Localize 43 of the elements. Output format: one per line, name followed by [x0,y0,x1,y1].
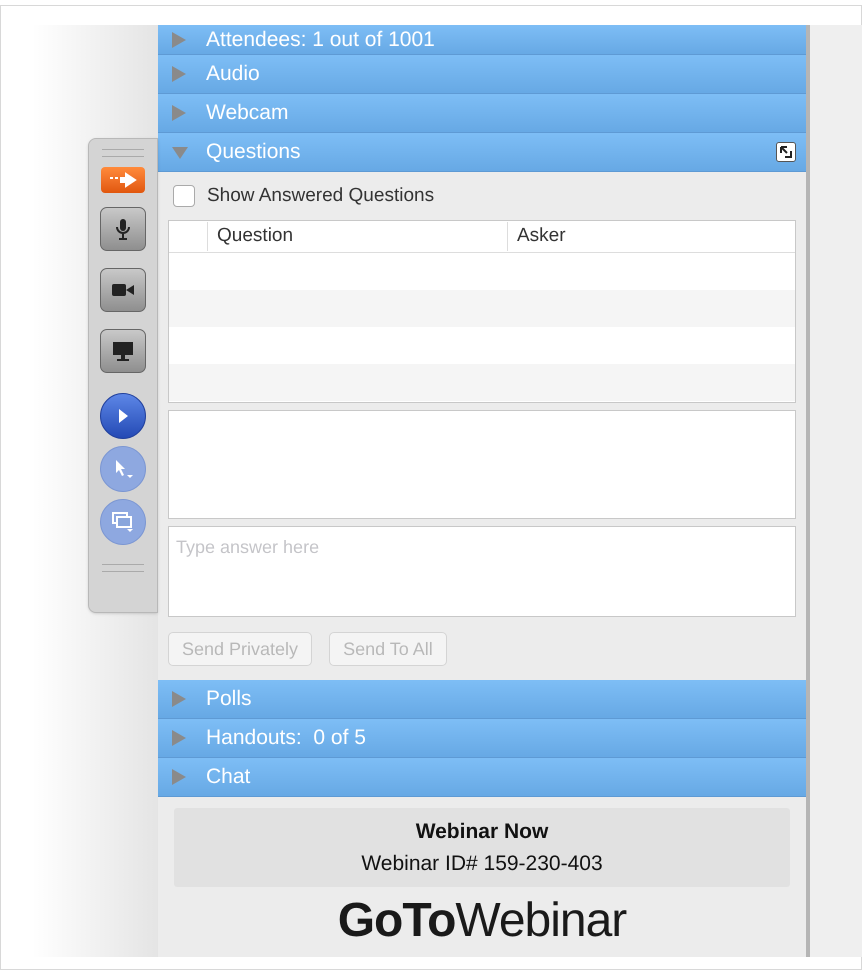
section-header[interactable]: Questions [158,133,806,172]
collapsed-triangle-icon [172,32,188,48]
collapsed-triangle-icon [172,730,188,746]
toolbar-button[interactable] [100,268,146,312]
grip-icon[interactable] [102,564,144,572]
pop-out-icon[interactable] [776,142,796,162]
section-title: Handouts: 0 of 5 [206,725,367,752]
checkbox-label: Show Answered Questions [207,184,434,208]
toolbar-button[interactable] [100,329,146,373]
section-title: Webcam [206,100,290,126]
section-title: Polls [206,686,253,712]
camera-icon [111,283,135,297]
section-header[interactable]: Audio [158,55,806,94]
section-title: Attendees: 1 out of 1001 [206,26,436,53]
monitor-icon [112,341,134,361]
section-header[interactable]: Chat [158,758,806,797]
collapsed-triangle-icon [172,66,188,82]
section-header[interactable]: Handouts: 0 of 5 [158,719,806,758]
logo-text: Webinar [455,897,626,945]
toolbar-button[interactable] [100,393,146,439]
collapsed-triangle-icon [172,691,188,707]
play-icon [117,408,129,424]
collapsed-triangle-icon [172,105,188,121]
arrow-icon [108,172,138,188]
screens-icon [111,511,135,533]
webinar-title: Webinar Now [416,819,548,845]
expanded-triangle-icon [172,144,188,160]
section-header[interactable]: Polls [158,680,806,719]
answer-field[interactable]: Type answer here [168,526,796,617]
section-header[interactable]: Attendees: 1 out of 1001 [158,25,806,55]
webinar-id: Webinar ID# 159-230-403 [361,850,603,876]
column-header[interactable]: Question [207,222,507,251]
section-title: Chat [206,764,252,790]
checkbox[interactable] [173,185,195,207]
microphone-icon [115,218,131,240]
logo-text: GoTo [338,897,456,945]
collapsed-triangle-icon [172,769,188,785]
toolbar-button[interactable] [100,207,146,251]
section-title: Questions [206,139,302,166]
section-header[interactable]: Webcam [158,94,806,133]
column-header[interactable]: Asker [507,222,795,251]
section-title: Audio [206,61,261,88]
grip-icon[interactable] [102,149,144,157]
